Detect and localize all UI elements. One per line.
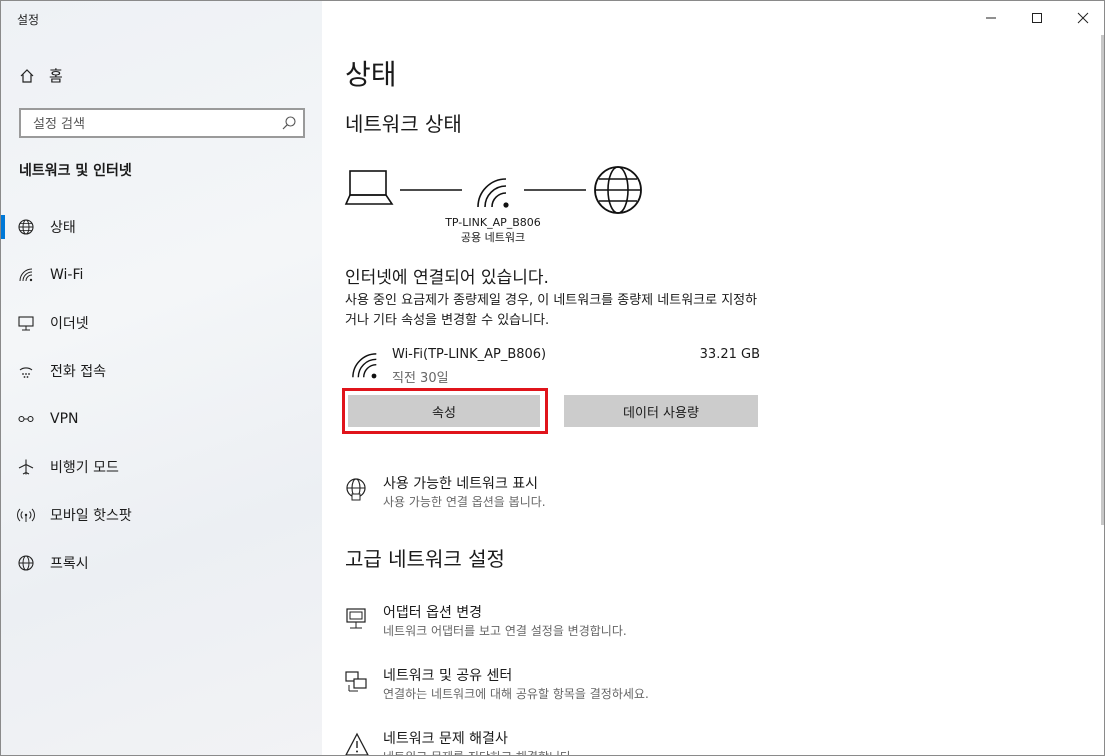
vpn-icon: [18, 415, 34, 423]
internet-globe-icon: [594, 166, 642, 214]
adapter-icon: [346, 608, 366, 629]
search-input[interactable]: [31, 114, 275, 134]
network-type: 공용 네트워크: [460, 231, 526, 244]
adapter-options-title: 어댑터 옵션 변경: [383, 605, 483, 621]
sharing-center-title: 네트워크 및 공유 센터: [383, 668, 513, 684]
close-button[interactable]: [1060, 1, 1104, 35]
data-usage-button[interactable]: 데이터 사용량: [564, 395, 758, 427]
maximize-icon: [1032, 13, 1042, 23]
window-controls: [968, 1, 1104, 35]
wifi-icon: [19, 268, 33, 282]
show-networks-title: 사용 가능한 네트워크 표시: [383, 476, 539, 492]
sidebar: 설정 홈 네트워크 및 인터넷 상태 Wi-Fi 이더넷: [1, 1, 322, 755]
connection-status: 인터넷에 연결되어 있습니다.: [345, 268, 549, 288]
sharing-center-subtitle: 연결하는 네트워크에 대해 공유할 항목을 결정하세요.: [383, 687, 649, 701]
globe-icon: [18, 555, 34, 571]
sidebar-item-wifi[interactable]: Wi-Fi: [1, 251, 322, 299]
sidebar-item-airplane[interactable]: 비행기 모드: [1, 443, 322, 491]
sidebar-item-label: 상태: [50, 220, 76, 236]
sidebar-item-proxy[interactable]: 프록시: [1, 539, 322, 587]
adapter-options-link[interactable]: 어댑터 옵션 변경 네트워크 어댑터를 보고 연결 설정을 변경합니다.: [344, 604, 627, 640]
sidebar-item-hotspot[interactable]: 모바일 핫스팟: [1, 491, 322, 539]
window-title: 설정: [17, 13, 40, 27]
close-icon: [1077, 12, 1089, 24]
advanced-settings-title: 고급 네트워크 설정: [345, 547, 505, 571]
scrollbar[interactable]: [1101, 35, 1104, 525]
section-title: 네트워크 및 인터넷: [19, 163, 132, 179]
troubleshooter-subtitle: 네트워크 문제를 진단하고 해결합니다.: [383, 748, 575, 755]
wifi-icon: [352, 353, 377, 379]
minimize-icon: [986, 17, 996, 19]
sidebar-item-ethernet[interactable]: 이더넷: [1, 299, 322, 347]
ethernet-icon: [18, 316, 34, 331]
globe-icon: [18, 219, 34, 235]
sharing-center-icon: [345, 671, 367, 692]
warning-icon: [345, 732, 369, 755]
troubleshooter-title: 네트워크 문제 해결사: [383, 731, 508, 747]
sidebar-item-label: 이더넷: [50, 316, 89, 332]
search-box[interactable]: [19, 108, 305, 138]
adapter-options-subtitle: 네트워크 어댑터를 보고 연결 설정을 변경합니다.: [383, 624, 627, 638]
laptop-icon: [344, 170, 394, 205]
show-networks-subtitle: 사용 가능한 연결 옵션을 봅니다.: [383, 495, 546, 509]
hotspot-icon: [17, 508, 35, 522]
wifi-icon: [477, 178, 509, 208]
properties-button[interactable]: 속성: [348, 395, 540, 427]
show-networks-link[interactable]: 사용 가능한 네트워크 표시 사용 가능한 연결 옵션을 봅니다.: [344, 475, 546, 511]
main-content: 상태 네트워크 상태 TP-LINK_AP_B806 공용 네트워크 인터넷에 …: [322, 1, 1104, 755]
metered-description: 사용 중인 요금제가 종량제일 경우, 이 네트워크를 종량제 네트워크로 지정…: [345, 293, 758, 328]
sidebar-item-label: 프록시: [50, 556, 89, 572]
airplane-icon: [18, 459, 34, 475]
network-info: TP-LINK_AP_B806 공용 네트워크: [423, 215, 563, 245]
search-icon[interactable]: [281, 115, 297, 131]
sidebar-item-label: 전화 접속: [50, 364, 106, 380]
sidebar-item-vpn[interactable]: VPN: [1, 395, 322, 443]
data-usage-value: 33.21 GB: [699, 347, 760, 362]
maximize-button[interactable]: [1014, 1, 1060, 35]
page-title: 상태: [345, 58, 397, 91]
sidebar-item-label: VPN: [50, 411, 79, 427]
network-status-title: 네트워크 상태: [345, 112, 462, 136]
connection-row: Wi-Fi(TP-LINK_AP_B806) 직전 30일 33.21 GB: [345, 345, 760, 386]
sidebar-item-dialup[interactable]: 전화 접속: [1, 347, 322, 395]
sidebar-item-label: 모바일 핫스팟: [50, 508, 132, 524]
connection-period: 직전 30일: [392, 371, 449, 386]
dialup-icon: [19, 367, 33, 378]
sidebar-item-status[interactable]: 상태: [1, 203, 322, 251]
troubleshooter-link[interactable]: 네트워크 문제 해결사 네트워크 문제를 진단하고 해결합니다.: [344, 730, 575, 755]
network-name: TP-LINK_AP_B806: [445, 216, 541, 229]
home-link[interactable]: 홈: [19, 65, 63, 86]
sidebar-item-label: Wi-Fi: [50, 267, 84, 283]
home-icon: [20, 68, 34, 83]
settings-window: 설정 홈 네트워크 및 인터넷 상태 Wi-Fi 이더넷: [0, 0, 1105, 756]
minimize-button[interactable]: [968, 1, 1014, 35]
network-globe-icon: [346, 478, 366, 501]
sharing-center-link[interactable]: 네트워크 및 공유 센터 연결하는 네트워크에 대해 공유할 항목을 결정하세요…: [344, 667, 649, 703]
connection-name: Wi-Fi(TP-LINK_AP_B806): [392, 347, 547, 362]
active-indicator: [1, 215, 5, 239]
sidebar-item-label: 비행기 모드: [50, 460, 119, 476]
home-label: 홈: [49, 67, 63, 85]
network-diagram: [344, 166, 642, 214]
sidebar-nav: 상태 Wi-Fi 이더넷 전화 접속 VPN 비행기 모드 모바일 핫스팟 프록…: [1, 203, 322, 587]
